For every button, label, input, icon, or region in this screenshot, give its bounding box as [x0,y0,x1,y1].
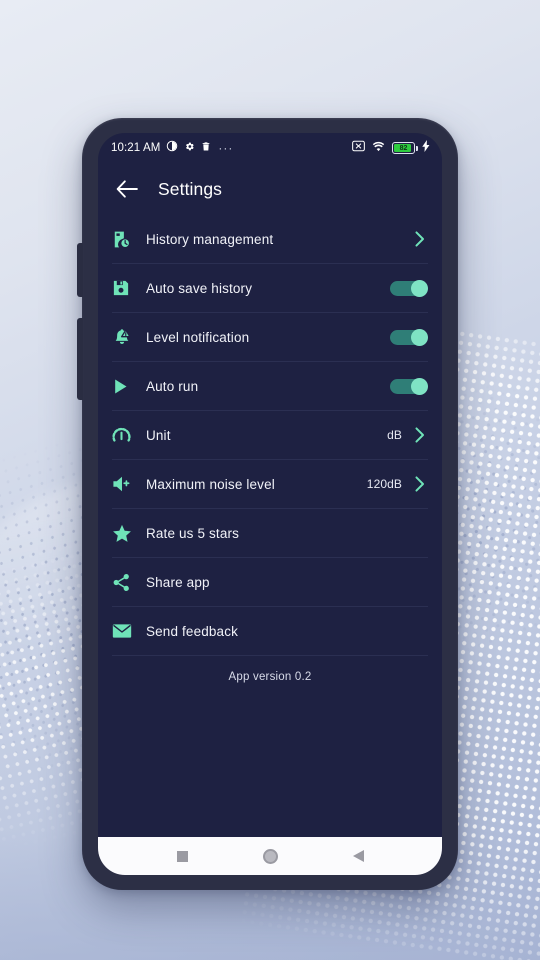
toggle-auto-save-history[interactable] [390,279,428,297]
back-triangle-icon[interactable] [344,842,372,870]
recents-square-icon[interactable] [168,842,196,870]
settings-row-maximum-noise-level[interactable]: Maximum noise level 120dB [112,460,428,509]
settings-row-label: Maximum noise level [146,476,275,492]
toggle-level-notification[interactable] [390,328,428,346]
toggle-knob [411,377,428,395]
charging-bolt-icon [422,139,430,157]
settings-row-label: Auto save history [146,280,253,296]
app-version-row: App version 0.2 [112,656,428,698]
settings-row-auto-run[interactable]: Auto run [112,362,428,411]
chevron-right-icon[interactable] [412,476,428,492]
app-version-text: App version 0.2 [228,671,312,683]
phone-volume-button[interactable] [77,243,83,297]
phone-power-button[interactable] [77,318,83,400]
back-arrow-icon[interactable] [114,176,140,202]
settings-row-rate-us-5-stars[interactable]: Rate us 5 stars [112,509,428,558]
chevron-right-icon[interactable] [412,231,428,247]
gauge-meter-icon [112,426,146,445]
settings-row-label: Unit [146,427,171,443]
bell-alert-icon [112,328,146,347]
phone-screen: 10:21 AM ··· 82 Settings History managem… [98,133,442,875]
status-bar-right: 82 [352,139,430,157]
settings-row-label: Auto run [146,378,199,394]
home-circle-icon[interactable] [256,842,284,870]
toggle-knob [411,279,428,297]
settings-row-label: Share app [146,574,210,590]
history-document-clock-icon [112,230,146,249]
settings-row-label: Rate us 5 stars [146,525,240,541]
settings-row-auto-save-history[interactable]: Auto save history [112,264,428,313]
gear-icon [184,139,195,157]
app-bar: Settings [98,163,442,215]
trash-icon [201,139,211,157]
toggle-knob [411,328,428,346]
settings-row-value: 120dB [366,477,402,491]
settings-row-send-feedback[interactable]: Send feedback [112,607,428,656]
android-nav-bar [98,837,442,875]
settings-row-level-notification[interactable]: Level notification [112,313,428,362]
status-bar-left: 10:21 AM ··· [111,139,352,157]
battery-percent: 82 [399,144,408,152]
settings-row-label: Send feedback [146,623,239,639]
chevron-right-icon[interactable] [412,427,428,443]
toggle-auto-run[interactable] [390,377,428,395]
settings-row-history-management[interactable]: History management [112,215,428,264]
settings-row-label: History management [146,231,274,247]
phone-mockup: 10:21 AM ··· 82 Settings History managem… [77,118,458,890]
wifi-icon [372,139,385,157]
screenshot-icon [352,139,365,157]
settings-list: History management Auto save history Lev… [98,215,442,837]
overflow-dots-icon: ··· [218,141,234,155]
half-circle-icon [166,139,178,157]
star-icon [112,524,146,543]
play-triangle-icon [112,378,146,395]
battery-icon: 82 [392,142,418,154]
settings-row-share-app[interactable]: Share app [112,558,428,607]
status-time: 10:21 AM [111,142,161,154]
share-nodes-icon [112,573,146,592]
envelope-icon [112,623,146,639]
settings-row-unit[interactable]: Unit dB [112,411,428,460]
speaker-plus-icon [112,475,146,493]
save-floppy-icon [112,279,146,297]
settings-row-value: dB [387,428,402,442]
settings-row-label: Level notification [146,329,250,345]
status-bar: 10:21 AM ··· 82 [98,133,442,163]
page-title: Settings [158,178,223,199]
